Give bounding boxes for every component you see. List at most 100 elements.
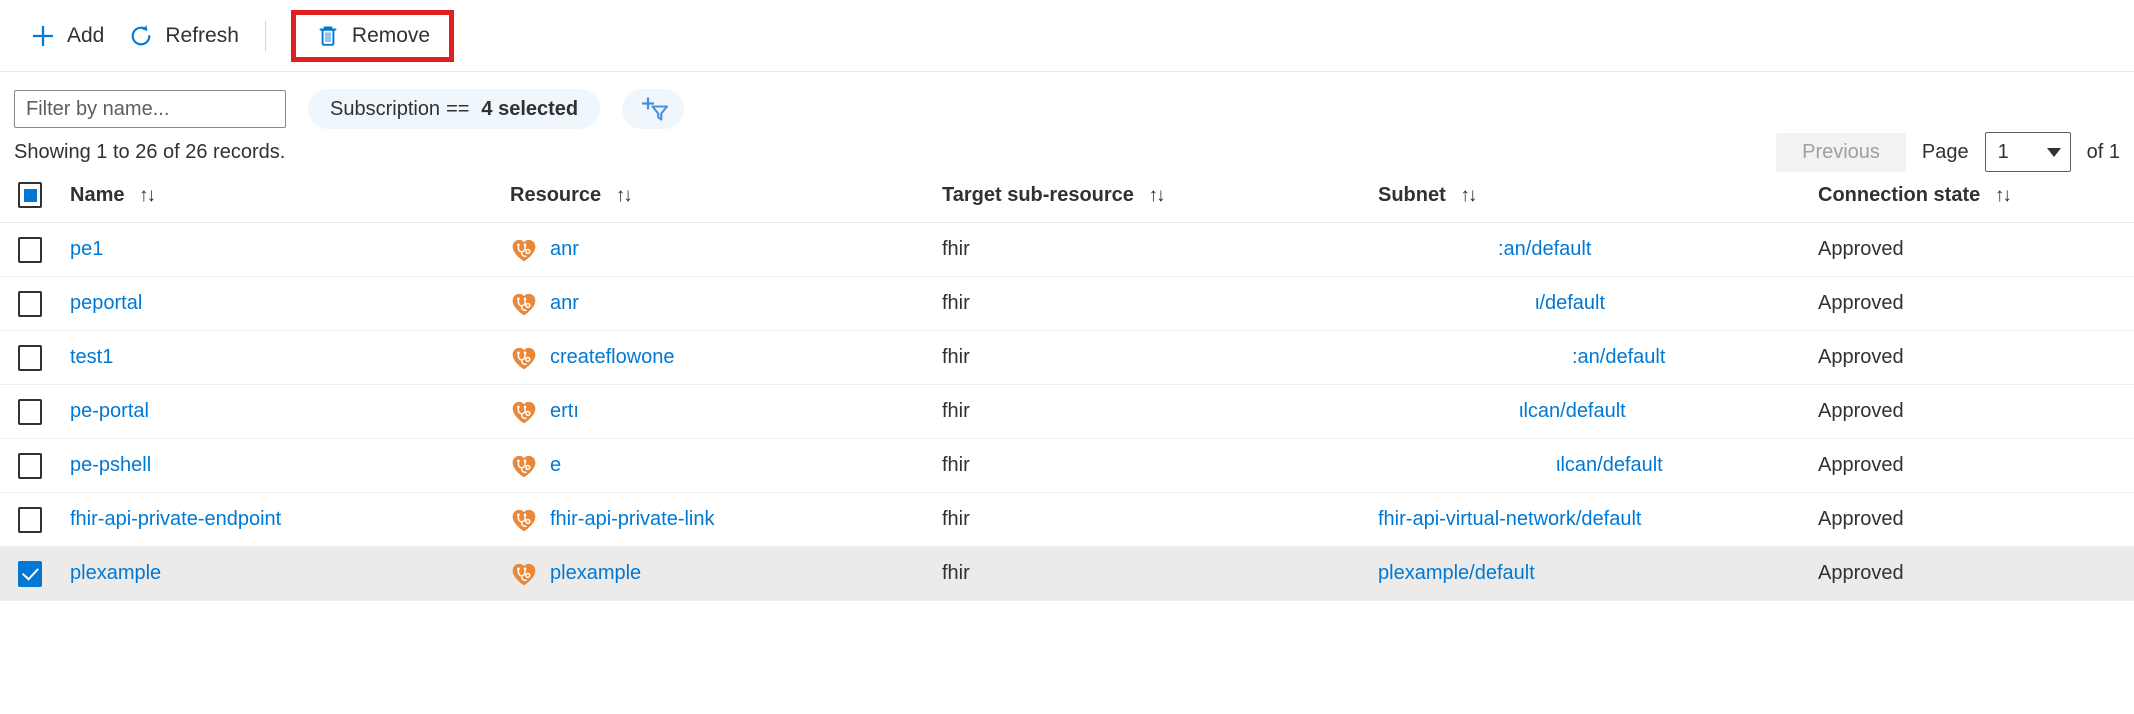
sort-icon[interactable]: ↑↓ [1148,185,1163,207]
subnet-redaction [1378,238,1498,261]
cell-subnet: plexample/default [1378,547,1818,601]
column-header-name[interactable]: Name ↑↓ [70,176,510,223]
page-number-value: 1 [1998,141,2009,164]
sort-icon[interactable]: ↑↓ [616,185,631,207]
column-header-target-sub-resource[interactable]: Target sub-resource ↑↓ [942,176,1378,223]
toolbar-separator [265,21,266,51]
sort-icon[interactable]: ↑↓ [1460,185,1475,207]
endpoint-name-link[interactable]: peportal [70,292,142,314]
subscription-filter-field: Subscription [330,98,440,121]
column-header-connection-state[interactable]: Connection state ↑↓ [1818,176,2134,223]
subnet-link[interactable]: plexample/default [1378,562,1535,584]
select-all-header [0,176,70,223]
endpoint-name-link[interactable]: pe-pshell [70,454,151,476]
endpoint-name-link[interactable]: plexample [70,562,161,584]
trash-icon [315,23,341,49]
table-row[interactable]: pe-portalertıfhir ιlcan/defaultApproved [0,385,2134,439]
row-select-cell [0,223,70,277]
cell-target-sub-resource: fhir [942,331,1378,385]
subnet-link[interactable]: ιlcan/default [1519,400,1626,422]
resource-link[interactable]: createflowone [550,346,675,369]
row-select-cell [0,331,70,385]
cell-resource: anr [510,223,942,277]
subnet-link[interactable]: :an/default [1498,238,1591,260]
fhir-service-icon [510,560,538,588]
cell-target-sub-resource: fhir [942,547,1378,601]
total-pages-label: of 1 [2087,141,2120,164]
resource-link[interactable]: e [550,454,561,477]
subnet-link[interactable]: ιlcan/default [1556,454,1663,476]
connection-state-text: Approved [1818,562,1904,584]
subscription-filter-pill[interactable]: Subscription == 4 selected [308,89,600,129]
remove-button[interactable]: Remove [303,16,442,56]
sort-icon[interactable]: ↑↓ [1995,185,2010,207]
table-row[interactable]: peportal anr fhir ι/default Approved [0,277,2134,331]
sort-icon[interactable]: ↑↓ [139,185,154,207]
subnet-link[interactable]: :an/default [1572,346,1665,368]
resource-link[interactable]: fhir-api-private-link [550,508,715,531]
target-sub-resource-text: fhir [942,454,970,476]
column-header-state-label: Connection state [1818,184,1980,206]
cell-target-sub-resource: fhir [942,277,1378,331]
row-checkbox[interactable] [18,237,42,263]
row-checkbox[interactable] [18,345,42,371]
table-row[interactable]: plexample plexample fhirplexample/default A… [0,547,2134,601]
subnet-redaction [1378,454,1556,477]
row-checkbox[interactable] [18,453,42,479]
page-number-select[interactable]: 1 [1985,132,2071,172]
cell-target-sub-resource: fhir [942,385,1378,439]
table-row[interactable]: pe1 anr fhir :an/default Approved [0,223,2134,277]
chevron-down-icon [2047,148,2061,157]
fhir-service-icon [510,290,538,318]
table-row[interactable]: test1 createflowone fhir :an/default Approv… [0,331,2134,385]
table-row[interactable]: fhir-api-private-endpoint fhir-api-privat… [0,493,2134,547]
column-header-resource[interactable]: Resource ↑↓ [510,176,942,223]
column-header-subnet[interactable]: Subnet ↑↓ [1378,176,1818,223]
subnet-link[interactable]: ι/default [1535,292,1605,314]
cell-subnet: ιlcan/default [1378,385,1818,439]
cell-connection-state: Approved [1818,439,2134,493]
add-filter-button[interactable] [622,89,684,129]
resource-link[interactable]: anr [550,238,579,261]
endpoint-name-link[interactable]: test1 [70,346,113,368]
add-button[interactable]: Add [18,16,116,56]
remove-button-highlight: Remove [291,10,454,62]
cell-connection-state: Approved [1818,223,2134,277]
endpoint-name-link[interactable]: pe-portal [70,400,149,422]
connection-state-text: Approved [1818,346,1904,368]
cell-target-sub-resource: fhir [942,439,1378,493]
refresh-icon [128,23,154,49]
cell-resource: ertı [510,385,942,439]
previous-page-button[interactable]: Previous [1776,133,1906,172]
connection-state-text: Approved [1818,238,1904,260]
cell-name: plexample [70,547,510,601]
row-select-cell [0,439,70,493]
row-select-cell [0,277,70,331]
refresh-button[interactable]: Refresh [116,16,251,56]
row-checkbox[interactable] [18,399,42,425]
row-checkbox[interactable] [18,507,42,533]
cell-connection-state: Approved [1818,277,2134,331]
cell-name: peportal [70,277,510,331]
resource-link[interactable]: plexample [550,562,641,585]
resource-link[interactable]: anr [550,292,579,315]
row-checkbox[interactable] [18,561,42,587]
column-header-target-label: Target sub-resource [942,184,1134,206]
resource-link[interactable]: ertı [550,400,579,423]
subscription-filter-operator: == [446,98,469,121]
select-all-checkbox[interactable] [18,182,42,208]
endpoint-name-link[interactable]: fhir-api-private-endpoint [70,508,281,530]
cell-target-sub-resource: fhir [942,493,1378,547]
add-button-label: Add [67,24,104,48]
add-filter-icon [636,95,670,123]
command-bar: Add Refresh Remove [0,0,2134,72]
filter-bar: Subscription == 4 selected [0,72,2134,128]
cell-subnet: :an/default [1378,223,1818,277]
name-filter-input[interactable] [14,90,286,128]
remove-button-label: Remove [352,24,430,48]
row-checkbox[interactable] [18,291,42,317]
subnet-link[interactable]: fhir-api-virtual-network/default [1378,508,1641,530]
endpoint-name-link[interactable]: pe1 [70,238,103,260]
table-row[interactable]: pe-pshell e fhir ιlcan/default Approved [0,439,2134,493]
cell-target-sub-resource: fhir [942,223,1378,277]
